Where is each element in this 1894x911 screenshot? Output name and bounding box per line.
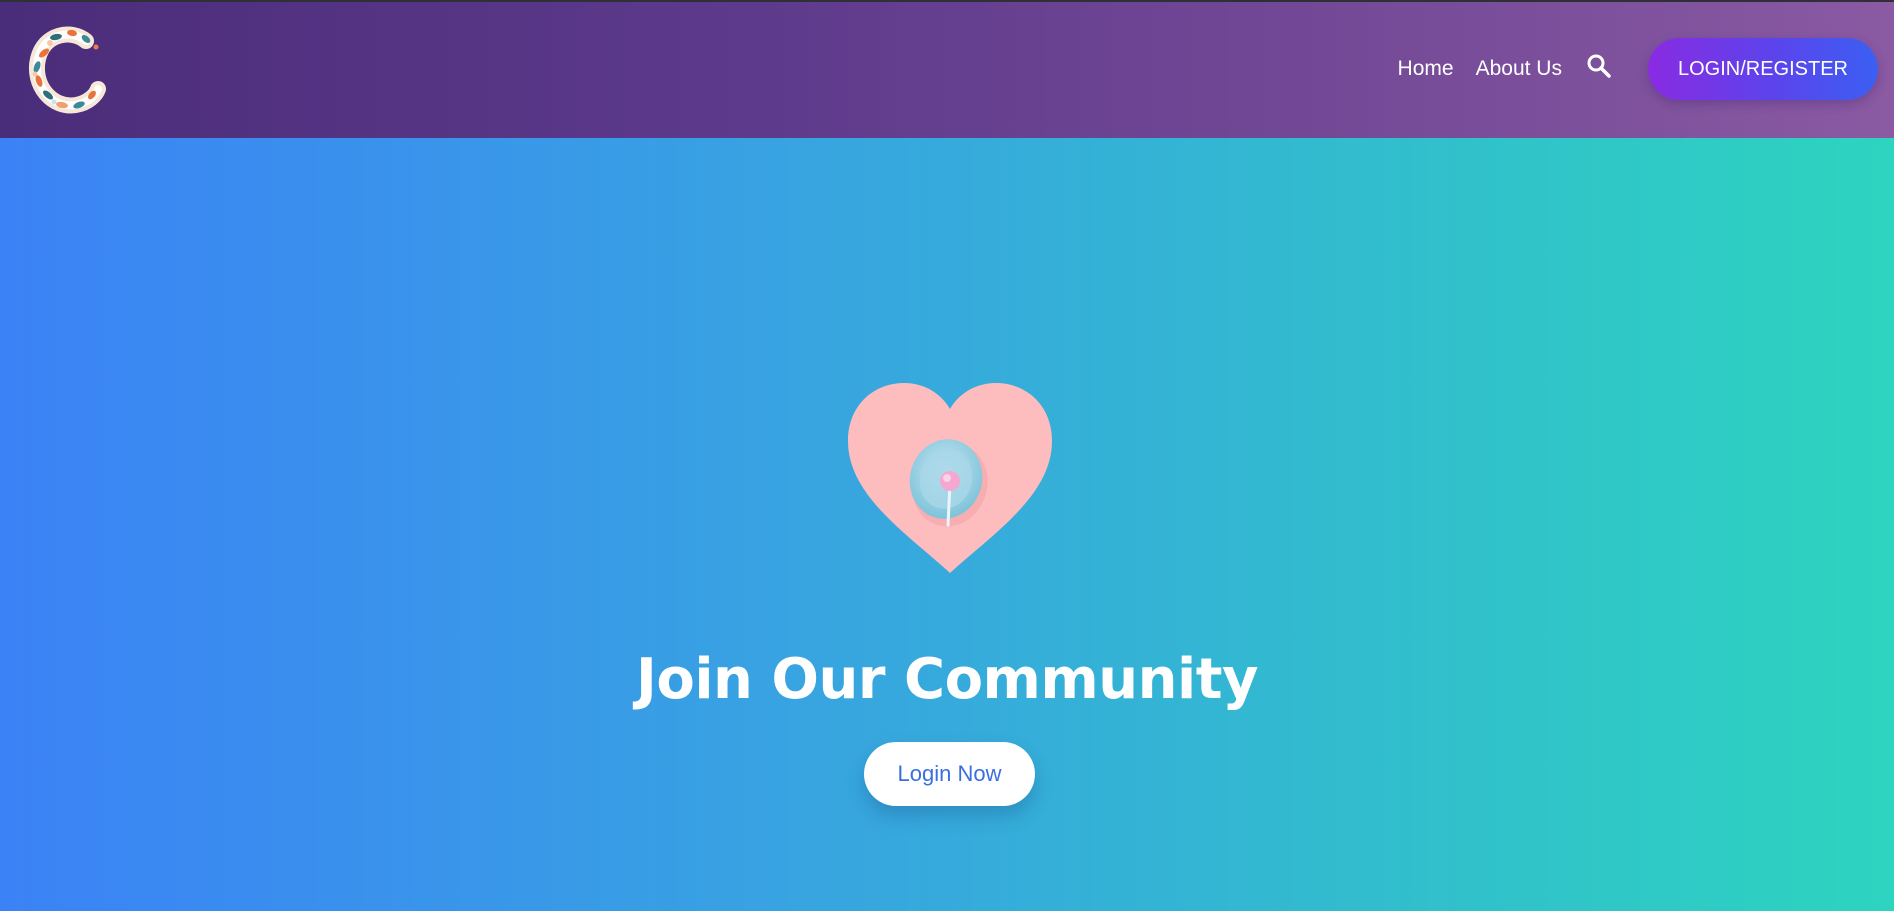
login-register-button[interactable]: LOGIN/REGISTER <box>1647 38 1878 100</box>
nav-link-about-us[interactable]: About Us <box>1476 57 1562 81</box>
top-border <box>0 0 1894 2</box>
login-now-button[interactable]: Login Now <box>864 742 1035 806</box>
page: Home About Us LOGIN/REGISTER Join Our Co… <box>0 0 1894 911</box>
pink-heart-with-lollipop-image-icon <box>848 383 1052 573</box>
nav-menu: Home About Us LOGIN/REGISTER <box>1376 38 1878 100</box>
hero-title: Join Our Community <box>636 647 1258 712</box>
navbar: Home About Us LOGIN/REGISTER <box>0 0 1894 138</box>
search-icon[interactable] <box>1584 51 1614 81</box>
floral-letter-c-logo-icon[interactable] <box>24 23 106 115</box>
nav-link-home[interactable]: Home <box>1398 57 1454 81</box>
hero-section: Join Our Community Login Now <box>0 138 1894 911</box>
